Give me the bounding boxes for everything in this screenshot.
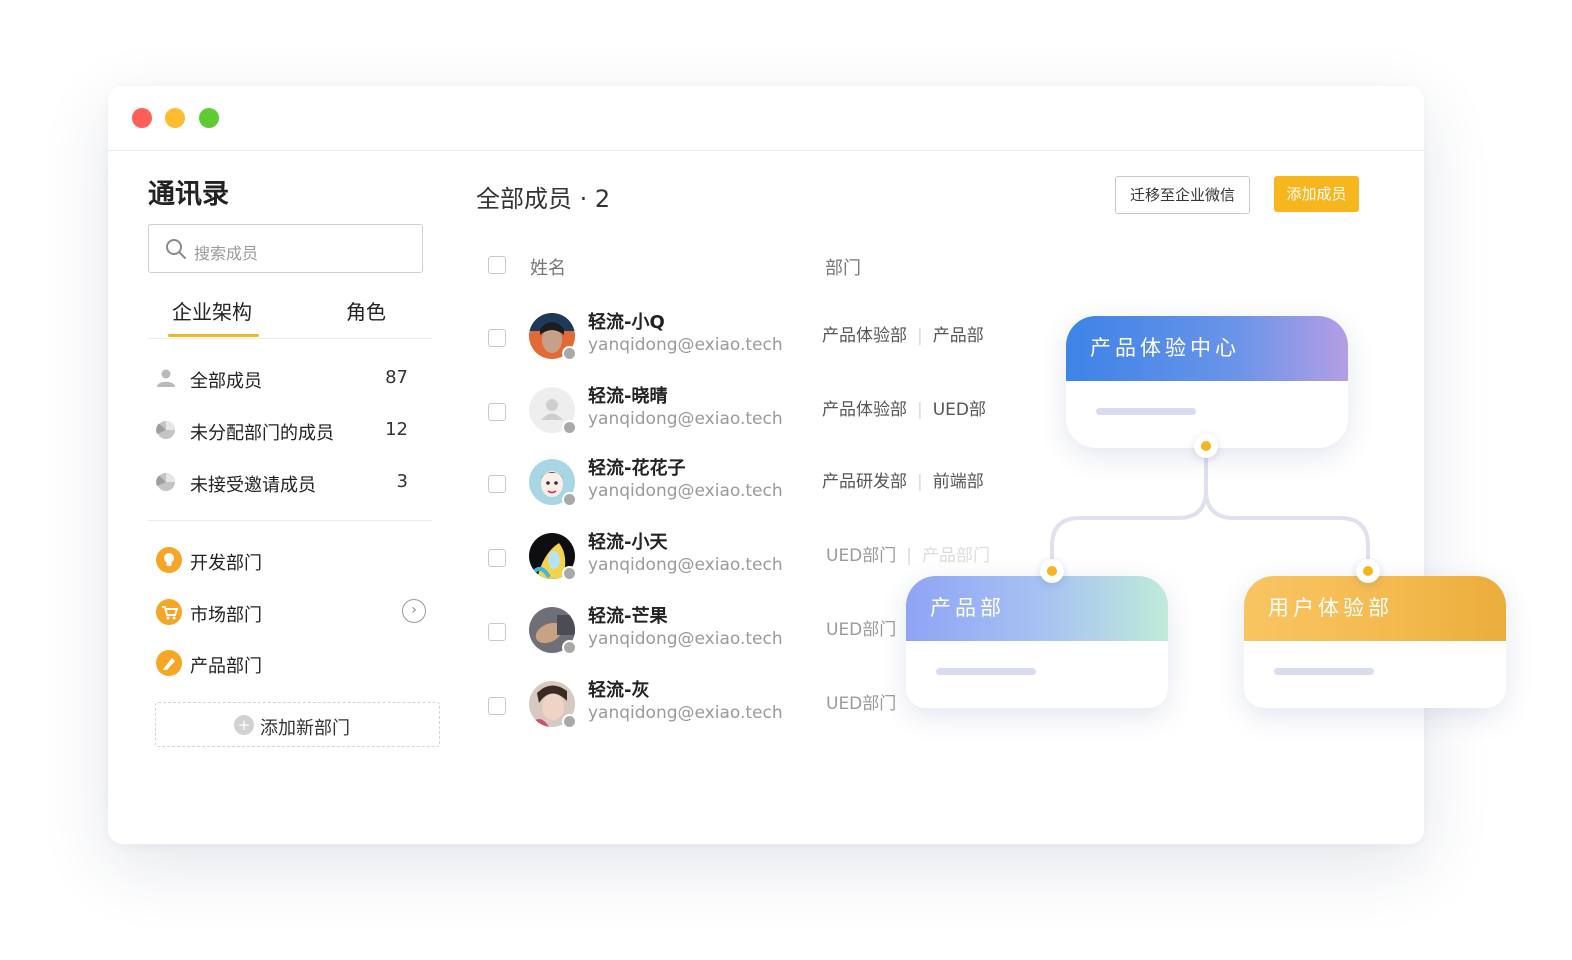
- org-card-title: 产品体验中心: [1066, 316, 1348, 381]
- org-card-child[interactable]: 用户体验部: [1244, 576, 1506, 708]
- org-card-title: 用户体验部: [1244, 576, 1506, 641]
- placeholder-bar: [1274, 668, 1374, 675]
- org-node-dot: [1356, 559, 1380, 583]
- org-card-root[interactable]: 产品体验中心: [1066, 316, 1348, 448]
- org-card-child[interactable]: 产品部: [906, 576, 1168, 708]
- placeholder-bar: [1096, 408, 1196, 415]
- org-node-dot: [1040, 559, 1064, 583]
- org-chart-connector: [1050, 446, 1370, 571]
- org-card-title: 产品部: [906, 576, 1168, 641]
- org-node-dot: [1194, 434, 1218, 458]
- placeholder-bar: [936, 668, 1036, 675]
